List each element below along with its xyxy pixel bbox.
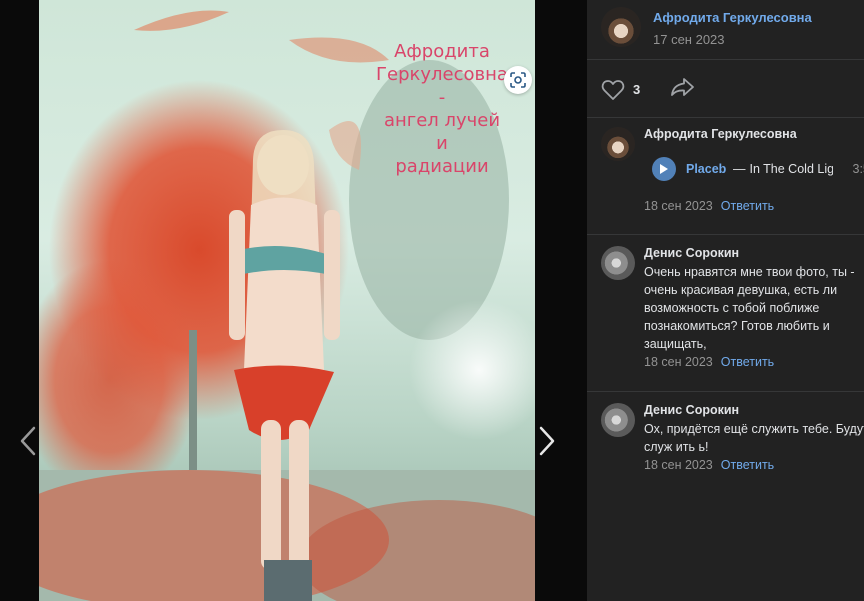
share-button[interactable] — [670, 76, 696, 103]
comment: Денис Сорокин Ох, придётся ещё служить т… — [601, 403, 864, 472]
audio-title[interactable]: In The Cold Light of Morning — [750, 162, 833, 176]
comment-author[interactable]: Денис Сорокин — [644, 246, 864, 260]
reply-button[interactable]: Ответить — [721, 458, 774, 472]
like-count: 3 — [633, 82, 641, 97]
reply-button[interactable]: Ответить — [721, 355, 774, 369]
audio-duration: 3:52 — [852, 162, 864, 176]
comment-text: Очень нравятся мне твои фото, ты - очень… — [644, 265, 855, 351]
comment-avatar[interactable] — [601, 403, 635, 437]
comment-author[interactable]: Денис Сорокин — [644, 403, 864, 417]
comment-avatar[interactable] — [601, 246, 635, 280]
reply-button[interactable]: Ответить — [721, 199, 774, 213]
comment-text: Ох, придётся ещё служить тебе. Будут слу… — [644, 422, 864, 454]
post-date[interactable]: 17 сен 2023 — [653, 32, 812, 47]
audio-separator: — — [733, 162, 746, 176]
comment-date[interactable]: 18 сен 2023 — [644, 199, 713, 213]
like-button[interactable]: 3 — [601, 79, 640, 101]
divider — [587, 59, 864, 60]
photo-caption: Афродита Геркулесовна - ангел лучей и ра… — [376, 41, 508, 177]
divider — [587, 234, 864, 235]
comment: Афродита Геркулесовна Placebo — In The C… — [601, 127, 864, 213]
post-author: Афродита Геркулесовна 17 сен 2023 — [601, 7, 812, 47]
photo[interactable]: Афродита Геркулесовна - ангел лучей и ра… — [39, 0, 535, 601]
chevron-left-icon — [20, 426, 36, 456]
photo-viewer: Афродита Геркулесовна - ангел лучей и ра… — [0, 0, 587, 601]
divider — [587, 391, 864, 392]
comment-avatar[interactable] — [601, 127, 635, 161]
play-icon — [660, 164, 668, 174]
post-actions: 3 — [601, 76, 696, 103]
audio-artist[interactable]: Placebo — [686, 162, 726, 176]
next-photo-button[interactable] — [537, 424, 557, 458]
share-icon — [671, 78, 695, 96]
chevron-right-icon — [539, 426, 555, 456]
comment-date[interactable]: 18 сен 2023 — [644, 458, 713, 472]
previous-photo-button[interactable] — [18, 424, 38, 458]
comment-date[interactable]: 18 сен 2023 — [644, 355, 713, 369]
audio-attachment: Placebo — In The Cold Light of Morning 3… — [652, 157, 864, 181]
divider — [587, 117, 864, 118]
author-avatar[interactable] — [601, 7, 641, 47]
scan-icon — [510, 72, 526, 88]
text-recognition-button[interactable] — [504, 66, 532, 94]
author-name[interactable]: Афродита Геркулесовна — [653, 10, 812, 25]
photo-sidebar: Афродита Геркулесовна 17 сен 2023 3 Афро… — [587, 0, 864, 601]
play-button[interactable] — [652, 157, 676, 181]
comment-author[interactable]: Афродита Геркулесовна — [644, 127, 864, 141]
heart-icon — [601, 79, 625, 100]
comment: Денис Сорокин Очень нравятся мне твои фо… — [601, 246, 864, 369]
